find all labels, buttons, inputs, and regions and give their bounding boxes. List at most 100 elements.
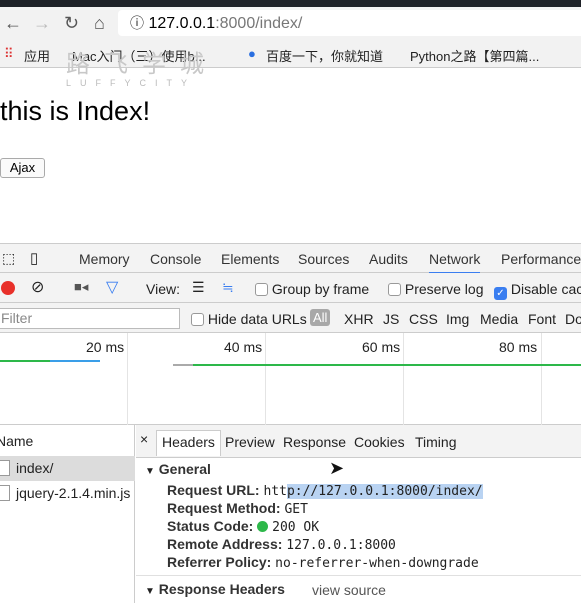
- hide-data-urls-label: Hide data URLs: [207, 311, 307, 327]
- tab-response[interactable]: Response: [283, 434, 346, 450]
- inspect-icon[interactable]: ⬚: [2, 250, 15, 267]
- request-url-label: Request URL:: [167, 482, 260, 498]
- address-bar[interactable]: ⓘ 127.0.0.1:8000/index/: [118, 10, 581, 36]
- device-toggle-icon[interactable]: ▯: [30, 249, 38, 267]
- view-label: View:: [146, 281, 180, 297]
- request-bar-index-wait: [0, 360, 50, 362]
- tab-sources[interactable]: Sources: [298, 251, 349, 267]
- filter-img[interactable]: Img: [446, 311, 469, 327]
- home-icon[interactable]: ⌂: [94, 13, 105, 34]
- view-source-link[interactable]: view source: [312, 582, 386, 598]
- clear-icon[interactable]: ⊘: [31, 277, 44, 297]
- request-url-value-start: htt: [263, 484, 287, 499]
- filter-doc[interactable]: Do: [565, 311, 581, 327]
- info-icon: ⓘ: [130, 15, 144, 31]
- forward-icon[interactable]: →: [33, 13, 51, 34]
- request-row-index[interactable]: index/: [0, 456, 135, 481]
- url-path: :8000/index/: [215, 15, 303, 32]
- request-method-label: Request Method:: [167, 500, 281, 516]
- filter-input[interactable]: Filter: [0, 308, 180, 329]
- request-details: × Headers Preview Response Cookies Timin…: [136, 425, 581, 603]
- baidu-paw-icon: ●: [248, 46, 256, 61]
- filter-css[interactable]: CSS: [409, 311, 438, 327]
- request-list: Name index/ jquery-2.1.4.min.js: [0, 425, 135, 603]
- response-headers-toggle[interactable]: ▼ Response Headers: [145, 581, 285, 597]
- tab-memory[interactable]: Memory: [79, 251, 130, 267]
- request-bar-jquery: [193, 364, 581, 366]
- request-url-value-selected: p://127.0.0.1:8000/index/: [286, 484, 483, 499]
- general-title: General: [158, 461, 211, 477]
- request-row-jquery[interactable]: jquery-2.1.4.min.js: [0, 481, 135, 506]
- filter-all[interactable]: All: [310, 309, 331, 326]
- general-section-toggle[interactable]: ▼ General: [145, 461, 211, 477]
- network-toolbar: ⊘ ■◂ ▽ View: ☰ ≒ Group by frame Preserve…: [0, 273, 581, 303]
- filter-icon[interactable]: ▽: [106, 277, 118, 297]
- detail-tabbar: × Headers Preview Response Cookies Timin…: [136, 425, 581, 458]
- camera-icon[interactable]: ■◂: [74, 279, 88, 295]
- group-by-frame-label: Group by frame: [271, 281, 370, 297]
- triangle-down-icon: ▼: [145, 586, 155, 597]
- remote-address-label: Remote Address:: [167, 536, 283, 552]
- preserve-log-label: Preserve log: [404, 281, 484, 297]
- disable-cache-checkbox[interactable]: ✓ Disable cac: [494, 281, 581, 300]
- name-column-header[interactable]: Name: [0, 433, 33, 449]
- apps-icon: ⠿: [4, 46, 14, 61]
- bookmark-baidu[interactable]: 百度一下，你就知道: [266, 46, 383, 65]
- mouse-cursor-icon: ➤: [329, 458, 345, 478]
- referrer-policy-label: Referrer Policy:: [167, 554, 272, 570]
- status-code-value: 200 OK: [272, 520, 320, 535]
- url-host: 127.0.0.1: [148, 15, 216, 32]
- back-icon[interactable]: ←: [4, 13, 22, 34]
- tick-60ms: 60 ms: [362, 339, 401, 355]
- record-icon[interactable]: [1, 281, 15, 295]
- remote-address-value: 127.0.0.1:8000: [286, 538, 396, 553]
- close-icon[interactable]: ×: [140, 431, 148, 447]
- group-by-frame-checkbox[interactable]: Group by frame: [255, 281, 369, 297]
- request-name: jquery-2.1.4.min.js: [16, 485, 131, 501]
- page-heading: this is Index!: [0, 96, 151, 126]
- filter-js[interactable]: JS: [383, 311, 399, 327]
- bookmark-apps[interactable]: 应用: [24, 46, 50, 65]
- browser-toolbar: ← → ↻ ⌂ ⓘ 127.0.0.1:8000/index/: [0, 7, 581, 38]
- tab-elements[interactable]: Elements: [221, 251, 279, 267]
- reload-icon[interactable]: ↻: [64, 13, 79, 34]
- script-icon: [0, 485, 10, 501]
- tab-cookies[interactable]: Cookies: [354, 434, 405, 450]
- hide-data-urls-checkbox[interactable]: Hide data URLs: [191, 311, 307, 327]
- watermark-logo: 路飞学城: [66, 50, 218, 78]
- tab-timing[interactable]: Timing: [415, 434, 457, 450]
- devtools-tabbar: ⬚ ▯ Memory Console Elements Sources Audi…: [0, 243, 581, 274]
- tab-preview[interactable]: Preview: [225, 434, 275, 450]
- preserve-log-checkbox[interactable]: Preserve log: [388, 281, 483, 297]
- request-method-value: GET: [284, 502, 308, 517]
- window-top-bar: [0, 0, 581, 7]
- tab-network[interactable]: Network: [429, 251, 481, 274]
- tick-80ms: 80 ms: [499, 339, 538, 355]
- filter-xhr[interactable]: XHR: [344, 311, 374, 327]
- tick-20ms: 20 ms: [86, 339, 125, 355]
- filter-font[interactable]: Font: [528, 311, 556, 327]
- watermark-logo-en: LUFFYCITY: [66, 78, 197, 88]
- tab-performance[interactable]: Performance: [501, 251, 581, 267]
- tab-audits[interactable]: Audits: [369, 251, 408, 267]
- document-icon: [0, 460, 10, 476]
- triangle-down-icon: ▼: [145, 466, 155, 477]
- filter-media[interactable]: Media: [480, 311, 518, 327]
- ajax-button[interactable]: Ajax: [0, 158, 45, 178]
- section-divider: [136, 575, 581, 576]
- request-bar-index-download: [50, 360, 100, 362]
- bookmark-python[interactable]: Python之路【第四篇...: [410, 46, 539, 65]
- tick-40ms: 40 ms: [224, 339, 263, 355]
- tab-console[interactable]: Console: [150, 251, 201, 267]
- waterfall-icon[interactable]: ≒: [222, 279, 234, 296]
- referrer-policy-value: no-referrer-when-downgrade: [275, 556, 479, 571]
- status-code-label: Status Code:: [167, 518, 254, 534]
- large-rows-icon[interactable]: ☰: [192, 279, 205, 296]
- response-headers-title: Response Headers: [158, 581, 285, 597]
- status-ok-icon: [257, 521, 269, 532]
- disable-cache-label: Disable cac: [510, 281, 581, 297]
- request-name: index/: [16, 460, 54, 476]
- tab-headers[interactable]: Headers: [156, 430, 221, 456]
- network-overview[interactable]: 20 ms 40 ms 60 ms 80 ms: [0, 333, 581, 425]
- request-bar-jquery-queue: [173, 364, 193, 366]
